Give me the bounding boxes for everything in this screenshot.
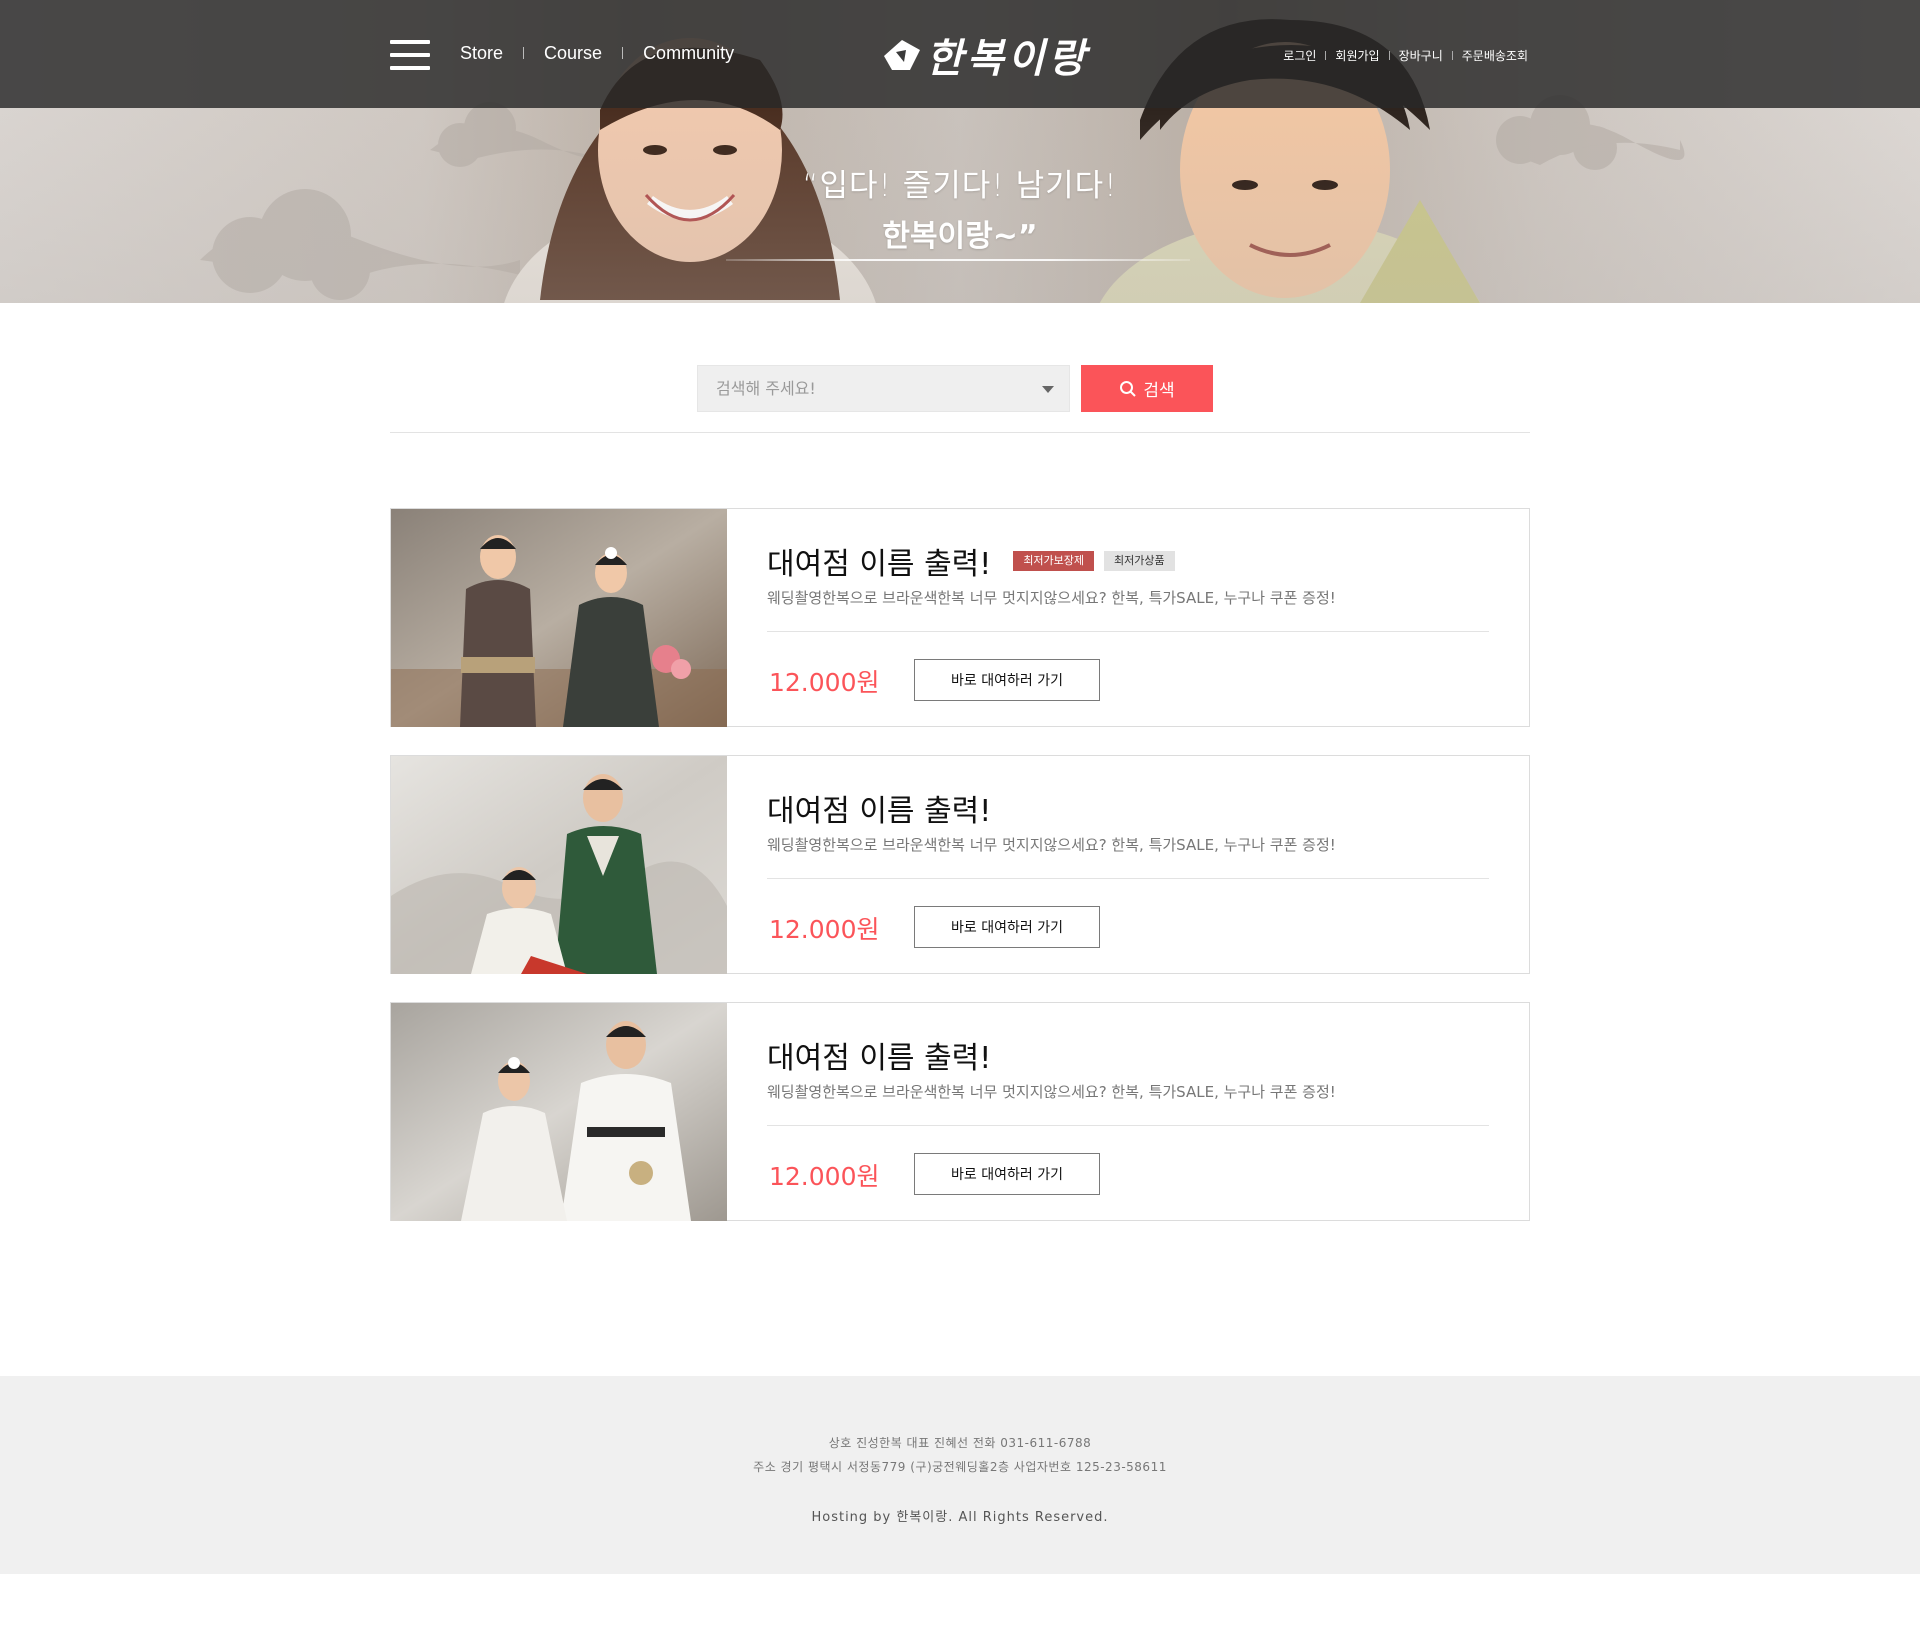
store-list: 대여점 이름 출력! 최저가보장제 최저가상품 웨딩촬영한복으로 브라운색한복 … bbox=[390, 508, 1530, 1249]
search-button[interactable]: 검색 bbox=[1081, 365, 1213, 412]
store-photo bbox=[391, 509, 727, 727]
hero-banner: Store Course Community 한복이랑 로그인 회원가입 장바구… bbox=[0, 0, 1920, 303]
chevron-down-icon[interactable] bbox=[1042, 386, 1054, 393]
store-info: 대여점 이름 출력! 웨딩촬영한복으로 브라운색한복 너무 멋지지않으세요? 한… bbox=[767, 756, 1489, 973]
main-nav: Store Course Community bbox=[460, 40, 734, 66]
store-description: 웨딩촬영한복으로 브라운색한복 너무 멋지지않으세요? 한복, 특가SALE, … bbox=[767, 836, 1336, 854]
nav-community[interactable]: Community bbox=[643, 43, 734, 64]
nav-separator bbox=[622, 47, 624, 59]
search-input[interactable] bbox=[698, 366, 1069, 411]
login-link[interactable]: 로그인 bbox=[1283, 47, 1316, 64]
store-name[interactable]: 대여점 이름 출력! bbox=[767, 1033, 991, 1077]
store-thumbnail[interactable] bbox=[391, 1003, 727, 1221]
menu-icon[interactable] bbox=[390, 40, 430, 70]
search-select[interactable] bbox=[697, 365, 1070, 412]
store-info: 대여점 이름 출력! 웨딩촬영한복으로 브라운색한복 너무 멋지지않으세요? 한… bbox=[767, 1003, 1489, 1220]
search-button-label: 검색 bbox=[1143, 381, 1175, 401]
store-name-row: 대여점 이름 출력! bbox=[767, 786, 991, 830]
site-logo[interactable]: 한복이랑 bbox=[880, 24, 1085, 82]
store-photo bbox=[391, 756, 727, 974]
util-separator bbox=[1325, 51, 1327, 60]
slogan-line-2: 한복이랑~” bbox=[882, 219, 1038, 254]
store-card: 대여점 이름 출력! 웨딩촬영한복으로 브라운색한복 너무 멋지지않으세요? 한… bbox=[390, 755, 1530, 974]
utility-nav: 로그인 회원가입 장바구니 주문배송조회 bbox=[1283, 47, 1528, 64]
store-price: 12.000원 bbox=[769, 915, 880, 944]
slogan-underline bbox=[726, 259, 1190, 261]
card-divider bbox=[767, 878, 1489, 879]
signup-link[interactable]: 회원가입 bbox=[1335, 47, 1379, 64]
logo-text: 한복이랑 bbox=[926, 35, 1090, 82]
top-navigation-bar: Store Course Community 한복이랑 로그인 회원가입 장바구… bbox=[0, 0, 1920, 108]
slogan-line-1: “입다! 즐기다! 남기다! bbox=[802, 168, 1118, 204]
store-thumbnail[interactable] bbox=[391, 756, 727, 974]
store-card: 대여점 이름 출력! 웨딩촬영한복으로 브라운색한복 너무 멋지지않으세요? 한… bbox=[390, 1002, 1530, 1221]
nav-course[interactable]: Course bbox=[544, 43, 602, 64]
lowest-price-guarantee-badge: 최저가보장제 bbox=[1013, 551, 1095, 571]
util-separator bbox=[1388, 51, 1390, 60]
store-name-row: 대여점 이름 출력! 최저가보장제 최저가상품 bbox=[767, 539, 1175, 583]
search-icon bbox=[1120, 380, 1137, 397]
order-tracking-link[interactable]: 주문배송조회 bbox=[1462, 47, 1528, 64]
store-description: 웨딩촬영한복으로 브라운색한복 너무 멋지지않으세요? 한복, 특가SALE, … bbox=[767, 1083, 1336, 1101]
store-photo bbox=[391, 1003, 727, 1221]
store-info: 대여점 이름 출력! 최저가보장제 최저가상품 웨딩촬영한복으로 브라운색한복 … bbox=[767, 509, 1489, 726]
store-name[interactable]: 대여점 이름 출력! bbox=[767, 539, 991, 583]
rent-now-button[interactable]: 바로 대여하러 가기 bbox=[914, 906, 1100, 948]
card-divider bbox=[767, 631, 1489, 632]
store-price: 12.000원 bbox=[769, 1162, 880, 1191]
logo-emblem-icon bbox=[884, 40, 920, 70]
search-bar: 검색 bbox=[697, 365, 1213, 412]
store-name[interactable]: 대여점 이름 출력! bbox=[767, 786, 991, 830]
store-thumbnail[interactable] bbox=[391, 509, 727, 727]
search-divider bbox=[390, 432, 1530, 433]
util-separator bbox=[1451, 51, 1453, 60]
lowest-price-product-badge: 최저가상품 bbox=[1104, 551, 1175, 571]
store-name-row: 대여점 이름 출력! bbox=[767, 1033, 991, 1077]
footer-company-info: 상호 진성한복 대표 진혜선 전화 031-611-6788 bbox=[828, 1436, 1092, 1450]
cart-link[interactable]: 장바구니 bbox=[1399, 47, 1443, 64]
store-description: 웨딩촬영한복으로 브라운색한복 너무 멋지지않으세요? 한복, 특가SALE, … bbox=[767, 589, 1336, 607]
card-divider bbox=[767, 1125, 1489, 1126]
store-price: 12.000원 bbox=[769, 668, 880, 697]
nav-store[interactable]: Store bbox=[460, 43, 503, 64]
hero-slogan: “입다! 즐기다! 남기다! 한복이랑~” bbox=[760, 160, 1160, 255]
rent-now-button[interactable]: 바로 대여하러 가기 bbox=[914, 1153, 1100, 1195]
store-card: 대여점 이름 출력! 최저가보장제 최저가상품 웨딩촬영한복으로 브라운색한복 … bbox=[390, 508, 1530, 727]
footer-copyright: Hosting by 한복이랑. All Rights Reserved. bbox=[811, 1510, 1109, 1525]
nav-separator bbox=[523, 47, 525, 59]
footer-address: 주소 경기 평택시 서정동779 (구)궁전웨딩홀2층 사업자번호 125-23… bbox=[753, 1460, 1167, 1474]
rent-now-button[interactable]: 바로 대여하러 가기 bbox=[914, 659, 1100, 701]
footer: 상호 진성한복 대표 진혜선 전화 031-611-6788 주소 경기 평택시… bbox=[0, 1376, 1920, 1574]
